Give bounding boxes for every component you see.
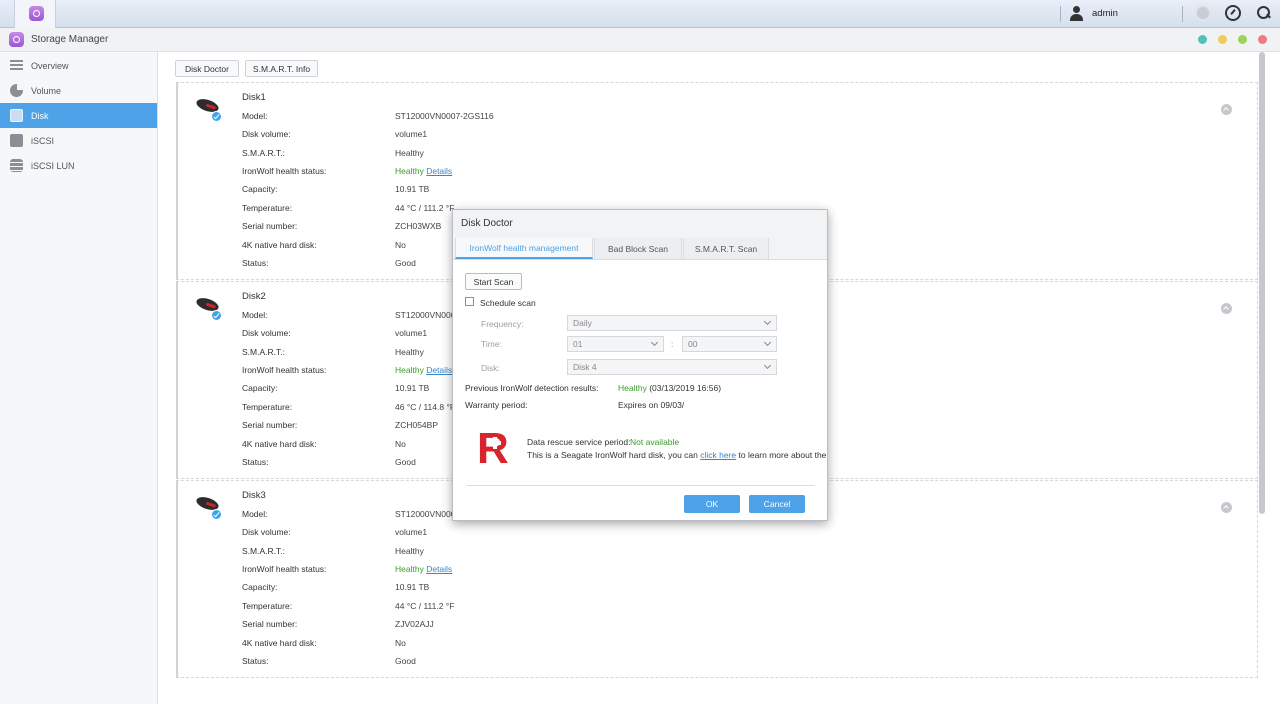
seagate-rescue-logo-icon: R	[477, 424, 509, 473]
frequency-label: Frequency:	[481, 319, 524, 329]
storage-manager-icon	[9, 32, 24, 47]
warranty-label: Warranty period:	[465, 400, 528, 410]
sidebar-item-disk[interactable]: Disk	[0, 103, 157, 128]
dialog-divider	[467, 485, 815, 486]
schedule-scan-checkbox[interactable]	[465, 297, 474, 306]
taskbar-separator	[1182, 6, 1183, 22]
dialog-title: Disk Doctor	[461, 218, 513, 229]
dashboard-gauge-icon[interactable]	[1225, 5, 1241, 21]
chevron-down-icon	[763, 361, 772, 370]
notification-icon[interactable]	[1195, 5, 1211, 21]
lun-icon	[10, 159, 23, 172]
window-titlebar: Storage Manager	[0, 28, 1280, 52]
minute-select[interactable]: 00	[682, 336, 777, 352]
sidebar-item-iscsi[interactable]: iSCSI	[0, 128, 157, 153]
collapse-icon[interactable]	[1221, 502, 1232, 513]
rescue-label: Data rescue service period:	[527, 437, 631, 447]
maximize-dot-button[interactable]	[1238, 35, 1247, 44]
tab-bad-block-scan[interactable]: Bad Block Scan	[594, 238, 682, 259]
chevron-down-icon	[763, 338, 772, 347]
rescue-value: Not available	[630, 437, 680, 447]
iscsi-icon	[10, 134, 23, 147]
username-label[interactable]: admin	[1092, 8, 1118, 19]
sidebar-item-iscsi-lun[interactable]: iSCSI LUN	[0, 153, 157, 178]
previous-results-label: Previous IronWolf detection results:	[465, 383, 599, 393]
tab-ironwolf-health[interactable]: IronWolf health management	[455, 238, 593, 259]
taskbar-storage-manager-button[interactable]	[14, 0, 56, 28]
disk-doctor-button[interactable]: Disk Doctor	[175, 60, 239, 77]
disk-name: Disk3	[242, 490, 266, 501]
sidebar-item-label: Volume	[31, 85, 62, 96]
window-title: Storage Manager	[31, 34, 109, 45]
smart-info-button[interactable]: S.M.A.R.T. Info	[245, 60, 318, 77]
disk-doctor-dialog: Disk Doctor IronWolf health management B…	[452, 209, 828, 521]
disk-icon	[10, 109, 23, 122]
ok-button[interactable]: OK	[684, 495, 740, 513]
schedule-scan-label: Schedule scan	[480, 298, 536, 308]
sidebar-item-label: iSCSI LUN	[31, 160, 75, 171]
sidebar-item-overview[interactable]: Overview	[0, 53, 157, 78]
chevron-down-icon	[763, 317, 772, 326]
time-separator: :	[671, 339, 674, 349]
disk-name: Disk2	[242, 291, 266, 302]
time-label: Time:	[481, 339, 502, 349]
tab-smart-scan[interactable]: S.M.A.R.T. Scan	[683, 238, 769, 259]
previous-results-value: Healthy (03/13/2019 16:56)	[618, 383, 722, 393]
details-link[interactable]: Details	[426, 365, 452, 375]
details-link[interactable]: Details	[426, 166, 452, 176]
close-dot-button[interactable]	[1258, 35, 1267, 44]
disk-select[interactable]: Disk 4	[567, 359, 777, 375]
search-icon[interactable]	[1256, 5, 1272, 21]
start-scan-button[interactable]: Start Scan	[465, 273, 522, 290]
collapse-icon[interactable]	[1221, 303, 1232, 314]
taskbar: admin	[0, 0, 1280, 28]
sidebar-item-volume[interactable]: Volume	[0, 78, 157, 103]
rescue-description: This is a Seagate IronWolf hard disk, yo…	[527, 450, 827, 460]
hard-disk-icon	[194, 494, 222, 520]
storage-manager-icon	[29, 6, 44, 21]
hard-disk-icon	[194, 96, 222, 122]
list-icon	[10, 59, 23, 72]
cancel-button[interactable]: Cancel	[749, 495, 805, 513]
help-dot-button[interactable]	[1198, 35, 1207, 44]
sidebar-item-label: Disk	[31, 110, 49, 121]
details-link[interactable]: Details	[426, 564, 452, 574]
pie-icon	[10, 84, 23, 97]
hard-disk-icon	[194, 295, 222, 321]
user-icon[interactable]	[1069, 6, 1084, 21]
scrollbar[interactable]	[1259, 52, 1265, 514]
warranty-value: Expires on 09/03/	[618, 400, 685, 410]
dialog-header: Disk Doctor IronWolf health management B…	[453, 210, 827, 260]
sidebar-item-label: Overview	[31, 60, 69, 71]
hour-select[interactable]: 01	[567, 336, 664, 352]
click-here-link[interactable]: click here	[700, 450, 736, 460]
collapse-icon[interactable]	[1221, 104, 1232, 115]
chevron-down-icon	[650, 338, 659, 347]
sidebar-item-label: iSCSI	[31, 135, 55, 146]
disk-label: Disk:	[481, 363, 500, 373]
frequency-select[interactable]: Daily	[567, 315, 777, 331]
minimize-dot-button[interactable]	[1218, 35, 1227, 44]
disk-name: Disk1	[242, 92, 266, 103]
sidebar: Overview Volume Disk iSCSI iSCSI LUN	[0, 52, 158, 704]
taskbar-separator	[1060, 6, 1061, 22]
